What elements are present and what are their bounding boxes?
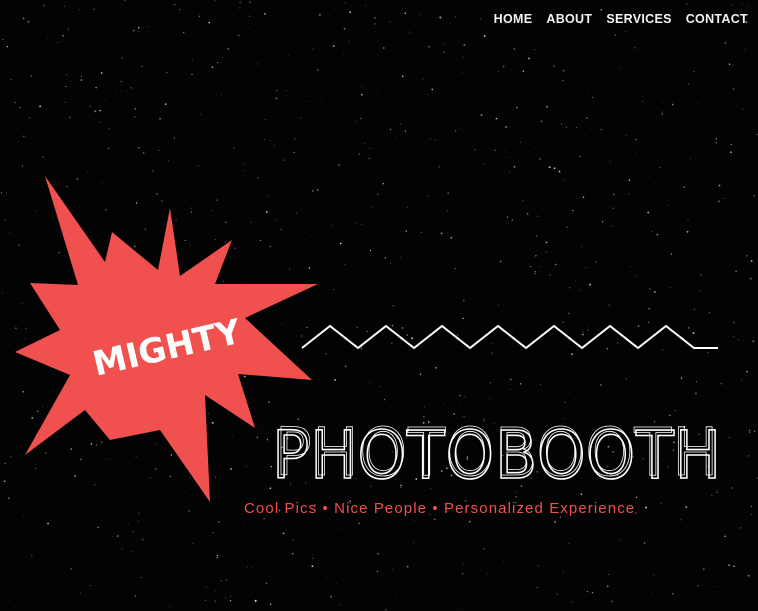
brand-logo: MIGHTY PHOTOBOOTH PHOTOBOOTH [15, 176, 722, 502]
logo-photobooth-inline: PHOTOBOOTH [275, 414, 719, 491]
hero-section: HOME ABOUT SERVICES CONTACT MIGHTY PHOTO… [0, 0, 758, 611]
zigzag-decoration [301, 324, 718, 350]
tagline-text: Cool Pics • Nice People • Personalized E… [244, 500, 636, 517]
